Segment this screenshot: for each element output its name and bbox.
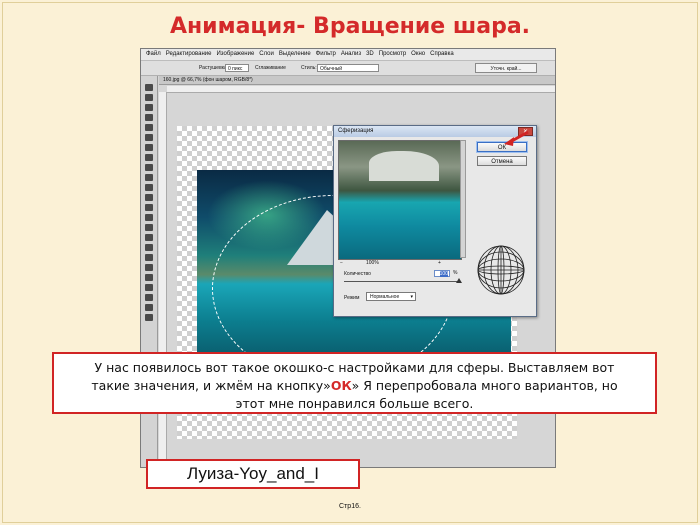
tool-icon[interactable] — [145, 124, 153, 131]
style-label: Стиль: — [301, 65, 317, 71]
cancel-button[interactable]: Отмена — [477, 156, 527, 166]
amount-input-text: 100 — [439, 271, 448, 277]
tool-icon[interactable] — [145, 194, 153, 201]
menu-item[interactable]: Просмотр — [379, 49, 406, 60]
tool-icon[interactable] — [145, 114, 153, 121]
tool-icon[interactable] — [145, 314, 153, 321]
amount-label: Количество — [344, 271, 371, 277]
amount-slider-thumb[interactable] — [456, 278, 462, 283]
tool-icon[interactable] — [145, 174, 153, 181]
mode-select-value: Нормальное — [370, 294, 400, 300]
preview-snow-peak — [369, 151, 439, 181]
mode-select[interactable]: Нормальное ▾ — [366, 292, 416, 301]
tool-icon[interactable] — [145, 244, 153, 251]
menu-item[interactable]: Выделение — [279, 49, 311, 60]
spherize-grid-icon — [477, 245, 525, 295]
menu-item[interactable]: Фильтр — [316, 49, 336, 60]
callout-ok-word: ОК — [330, 378, 352, 393]
antialias-checkbox-label[interactable]: Сглаживание — [255, 61, 286, 75]
tool-icon[interactable] — [145, 284, 153, 291]
tool-icon[interactable] — [145, 164, 153, 171]
tool-icon[interactable] — [145, 144, 153, 151]
tool-icon[interactable] — [145, 214, 153, 221]
menu-item[interactable]: Анализ — [341, 49, 361, 60]
tool-icon[interactable] — [145, 274, 153, 281]
feather-input[interactable]: 0 пикс — [225, 64, 249, 72]
zoom-value: 100% — [366, 260, 379, 266]
pointer-arrow-icon — [504, 130, 529, 146]
options-bar: Растушевка: 0 пикс Сглаживание Стиль: Об… — [141, 61, 555, 76]
zoom-bar: − 100% + — [338, 259, 460, 267]
explanation-callout: У нас появилось вот такое окошко-с настр… — [52, 352, 657, 414]
zoom-out-button[interactable]: − — [340, 259, 343, 267]
tool-icon[interactable] — [145, 294, 153, 301]
menu-item[interactable]: Файл — [146, 49, 161, 60]
menu-item[interactable]: Редактирование — [166, 49, 212, 60]
menu-item[interactable]: 3D — [366, 49, 374, 60]
amount-unit: % — [453, 270, 458, 276]
menu-bar: Файл Редактирование Изображение Слои Выделен… — [141, 49, 555, 61]
page-number: Стр16. — [339, 503, 361, 510]
preview-scrollbar[interactable] — [460, 140, 466, 258]
tool-icon[interactable] — [145, 304, 153, 311]
tool-icon[interactable] — [145, 204, 153, 211]
zoom-in-button[interactable]: + — [438, 259, 441, 267]
tool-icon[interactable] — [145, 234, 153, 241]
menu-item[interactable]: Изображение — [216, 49, 254, 60]
spherize-dialog: Сферизация ✕ − 100% + Количество 100 % Р… — [333, 125, 537, 317]
tool-icon[interactable] — [145, 94, 153, 101]
style-select[interactable]: Обычный — [317, 64, 379, 72]
horizontal-ruler — [167, 86, 555, 93]
menu-item[interactable]: Справка — [430, 49, 454, 60]
menu-item[interactable]: Окно — [411, 49, 425, 60]
author-label: Луиза-Yoy_and_I — [146, 459, 360, 489]
tool-icon[interactable] — [145, 184, 153, 191]
mode-label: Режим — [344, 295, 360, 301]
chevron-down-icon: ▾ — [410, 294, 413, 300]
filter-preview[interactable] — [338, 140, 462, 260]
tool-icon[interactable] — [145, 134, 153, 141]
tool-icon[interactable] — [145, 104, 153, 111]
amount-slider[interactable] — [344, 281, 459, 282]
feather-label: Растушевка: — [199, 65, 229, 71]
refine-edge-button[interactable]: Уточн. край... — [475, 63, 537, 73]
amount-input[interactable]: 100 — [434, 270, 450, 277]
menu-item[interactable]: Слои — [259, 49, 274, 60]
tool-icon[interactable] — [145, 154, 153, 161]
slide-title: Анимация- Вращение шара. — [169, 14, 531, 39]
document-tab[interactable]: 160.jpg @ 66,7% (фон шаром, RGB/8*) — [159, 76, 555, 85]
tool-icon[interactable] — [145, 264, 153, 271]
tool-icon[interactable] — [145, 224, 153, 231]
tool-icon[interactable] — [145, 254, 153, 261]
tool-icon[interactable] — [145, 84, 153, 91]
